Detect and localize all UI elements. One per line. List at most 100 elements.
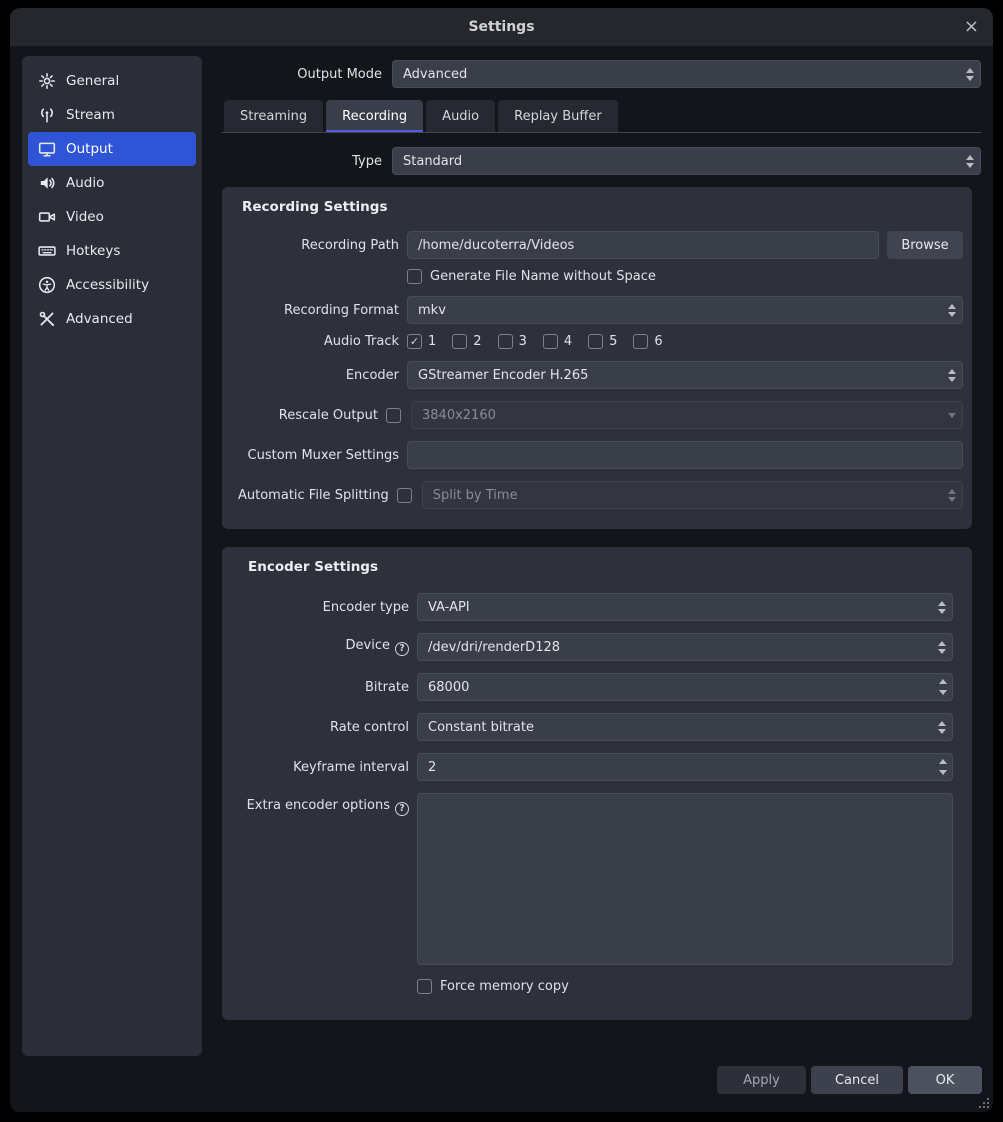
device-select[interactable]: /dev/dri/renderD128 xyxy=(417,633,953,661)
sidebar-item-output[interactable]: Output xyxy=(28,132,196,166)
audio-track-1-label: 1 xyxy=(428,334,436,349)
chevron-updown-icon xyxy=(948,297,956,323)
audio-track-5-checkbox[interactable] xyxy=(588,334,603,349)
ok-button[interactable]: OK xyxy=(908,1066,982,1094)
chevron-updown-icon xyxy=(948,482,956,508)
encoder-type-label: Encoder type xyxy=(238,600,409,615)
sidebar-item-accessibility[interactable]: Accessibility xyxy=(28,268,196,302)
rescale-output-label: Rescale Output xyxy=(238,408,378,423)
audio-track-3-label: 3 xyxy=(519,334,527,349)
no-space-label: Generate File Name without Space xyxy=(430,269,656,284)
output-mode-label: Output Mode xyxy=(222,67,382,82)
audio-track-1-checkbox[interactable] xyxy=(407,334,422,349)
audio-track-list: 1 2 3 4 5 6 xyxy=(407,334,663,349)
sidebar-item-label: Advanced xyxy=(66,311,133,327)
audio-track-2-checkbox[interactable] xyxy=(452,334,467,349)
gear-icon xyxy=(38,72,56,90)
browse-button[interactable]: Browse xyxy=(887,231,963,259)
audio-track-4-label: 4 xyxy=(564,334,572,349)
recording-settings-group: Recording Settings Recording Path Browse… xyxy=(222,187,972,529)
recording-settings-title: Recording Settings xyxy=(232,187,963,217)
audio-track-3-checkbox[interactable] xyxy=(498,334,513,349)
output-monitor-icon xyxy=(38,140,56,158)
chevron-updown-icon xyxy=(938,594,946,620)
keyframe-interval-spinner[interactable] xyxy=(417,753,953,781)
recording-type-select[interactable]: Standard xyxy=(392,147,981,175)
video-camera-icon xyxy=(38,208,56,226)
sidebar-item-audio[interactable]: Audio xyxy=(28,166,196,200)
chevron-updown-icon xyxy=(966,148,974,174)
close-button[interactable]: × xyxy=(964,18,979,36)
device-label: Device xyxy=(346,638,390,653)
type-label: Type xyxy=(222,154,382,169)
recording-type-value: Standard xyxy=(403,154,462,169)
audio-track-2-label: 2 xyxy=(473,334,481,349)
spinner-arrows-icon[interactable] xyxy=(939,753,947,781)
encoder-settings-title: Encoder Settings xyxy=(238,547,953,577)
keyframe-interval-label: Keyframe interval xyxy=(238,760,409,775)
output-tabbar: Streaming Recording Audio Replay Buffer xyxy=(222,100,981,133)
audio-track-6-checkbox[interactable] xyxy=(633,334,648,349)
chevron-updown-icon xyxy=(948,362,956,388)
no-space-checkbox[interactable] xyxy=(407,269,422,284)
rescale-resolution-value: 3840x2160 xyxy=(422,408,496,423)
sidebar-item-label: Video xyxy=(66,209,104,225)
sidebar-item-label: Audio xyxy=(66,175,104,191)
accessibility-person-icon xyxy=(38,276,56,294)
rate-control-select[interactable]: Constant bitrate xyxy=(417,713,953,741)
recording-format-value: mkv xyxy=(418,303,446,318)
rescale-resolution-select[interactable]: 3840x2160 xyxy=(411,401,963,429)
sidebar: General Stream Output Audio Video Hotkey… xyxy=(22,56,202,1056)
sidebar-item-video[interactable]: Video xyxy=(28,200,196,234)
sidebar-item-hotkeys[interactable]: Hotkeys xyxy=(28,234,196,268)
sidebar-item-advanced[interactable]: Advanced xyxy=(28,302,196,336)
file-splitting-checkbox[interactable] xyxy=(397,488,412,503)
sidebar-item-label: General xyxy=(66,73,119,89)
keyboard-icon xyxy=(38,242,56,260)
audio-track-6-label: 6 xyxy=(654,334,662,349)
sidebar-item-label: Stream xyxy=(66,107,115,123)
encoder-value: GStreamer Encoder H.265 xyxy=(418,368,588,383)
extra-encoder-options-input[interactable] xyxy=(417,793,953,965)
output-mode-select[interactable]: Advanced xyxy=(392,60,981,88)
tab-streaming[interactable]: Streaming xyxy=(224,100,323,132)
bitrate-input[interactable] xyxy=(417,673,953,701)
tab-recording[interactable]: Recording xyxy=(326,100,423,132)
output-settings-panel: Output Mode Advanced Streaming Recording… xyxy=(222,60,981,1020)
spinner-arrows-icon[interactable] xyxy=(939,673,947,701)
encoder-select[interactable]: GStreamer Encoder H.265 xyxy=(407,361,963,389)
bitrate-spinner[interactable] xyxy=(417,673,953,701)
rate-control-value: Constant bitrate xyxy=(428,720,534,735)
encoder-type-value: VA-API xyxy=(428,600,470,615)
titlebar[interactable]: Settings × xyxy=(10,8,993,46)
rate-control-label: Rate control xyxy=(238,720,409,735)
help-icon[interactable]: ? xyxy=(395,802,409,816)
window-title: Settings xyxy=(468,19,534,35)
chevron-updown-icon xyxy=(938,634,946,660)
rescale-output-checkbox[interactable] xyxy=(386,408,401,423)
extra-options-label-wrap: Extra encoder options? xyxy=(238,798,409,816)
sidebar-item-general[interactable]: General xyxy=(28,64,196,98)
recording-format-label: Recording Format xyxy=(238,303,399,318)
tab-replay-buffer[interactable]: Replay Buffer xyxy=(498,100,618,132)
custom-muxer-input[interactable] xyxy=(407,441,963,469)
tab-audio[interactable]: Audio xyxy=(426,100,495,132)
file-splitting-mode-select[interactable]: Split by Time xyxy=(422,481,963,509)
encoder-type-select[interactable]: VA-API xyxy=(417,593,953,621)
force-memory-copy-checkbox[interactable] xyxy=(417,979,432,994)
encoder-settings-group: Encoder Settings Encoder type VA-API Dev… xyxy=(222,547,972,1020)
sidebar-item-label: Hotkeys xyxy=(66,243,120,259)
cancel-button[interactable]: Cancel xyxy=(811,1066,903,1094)
audio-track-4-checkbox[interactable] xyxy=(543,334,558,349)
resize-grip[interactable] xyxy=(987,1106,989,1108)
sidebar-item-stream[interactable]: Stream xyxy=(28,98,196,132)
keyframe-interval-input[interactable] xyxy=(417,753,953,781)
help-icon[interactable]: ? xyxy=(395,642,409,656)
device-label-wrap: Device? xyxy=(238,638,409,656)
apply-button[interactable]: Apply xyxy=(717,1066,806,1094)
recording-format-select[interactable]: mkv xyxy=(407,296,963,324)
recording-path-input[interactable] xyxy=(407,231,879,259)
chevron-updown-icon xyxy=(966,61,974,87)
extra-encoder-options-label: Extra encoder options xyxy=(247,798,390,813)
chevron-down-icon xyxy=(948,402,956,428)
